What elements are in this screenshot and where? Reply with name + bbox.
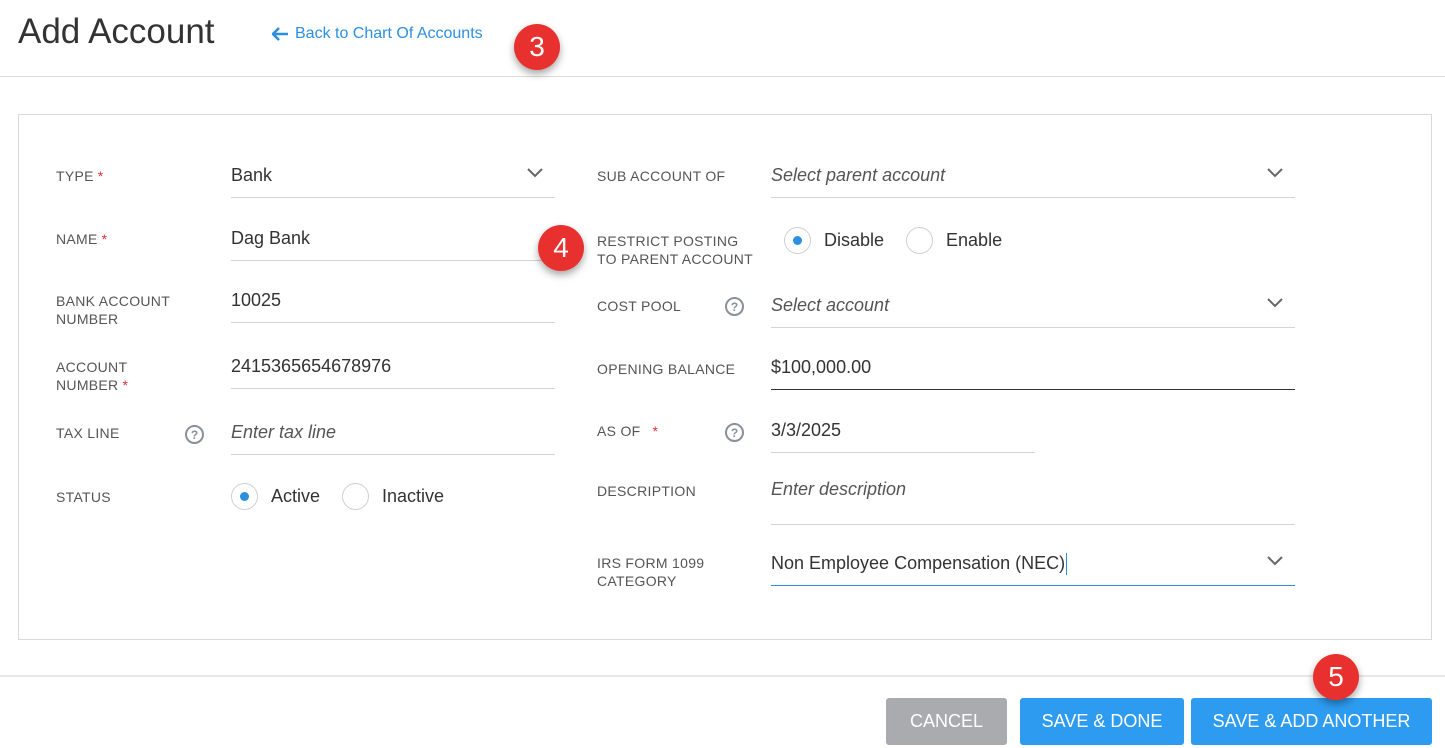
question-circle-icon[interactable]: ?: [725, 423, 744, 442]
save-and-done-button[interactable]: SAVE & DONE: [1020, 698, 1184, 745]
chevron-down-icon: [1267, 168, 1283, 178]
irs-form-select[interactable]: Non Employee Compensation (NEC): [771, 542, 1295, 586]
type-select[interactable]: Bank: [231, 154, 555, 198]
status-inactive-label: Inactive: [382, 486, 445, 506]
page-header: Add Account Back to Chart Of Accounts: [0, 0, 1445, 77]
description-label: DESCRIPTION: [597, 483, 696, 499]
sub-account-select[interactable]: Select parent account: [771, 154, 1295, 198]
tax-line-input[interactable]: Enter tax line: [231, 411, 555, 455]
step-badge-4: 4: [538, 225, 584, 271]
sub-account-of-label: SUB ACCOUNT OF: [597, 168, 726, 184]
step-badge-3: 3: [514, 24, 560, 70]
account-number-input[interactable]: 2415365654678976: [231, 345, 555, 389]
as-of-label: AS OF *: [597, 423, 659, 439]
status-option-active[interactable]: Active: [231, 483, 320, 510]
account-form-panel: TYPE * Bank NAME * Dag Bank BANK ACCOUNT NU…: [18, 114, 1432, 640]
restrict-enable-label: Enable: [946, 230, 1003, 250]
arrow-left-icon: [272, 27, 288, 41]
opening-balance-label: OPENING BALANCE: [597, 361, 736, 377]
bank-account-number-label: BANK ACCOUNT NUMBER: [56, 293, 171, 327]
chevron-down-icon: [527, 168, 543, 178]
step-badge-5: 5: [1313, 654, 1359, 700]
back-to-chart-of-accounts-link[interactable]: Back to Chart Of Accounts: [272, 25, 483, 43]
bank-account-number-value: 10025: [231, 290, 282, 310]
restrict-posting-radio-group: Disable Enable: [784, 227, 1024, 254]
account-number-label: ACCOUNT NUMBER *: [56, 359, 129, 393]
opening-balance-input[interactable]: $100,000.00: [771, 346, 1295, 390]
description-placeholder: Enter description: [771, 479, 907, 499]
cost-pool-label: COST POOL: [597, 298, 682, 314]
as-of-value: 3/3/2025: [771, 420, 842, 440]
radio-unchecked[interactable]: [342, 483, 370, 510]
radio-checked[interactable]: [231, 483, 258, 510]
back-link-label: Back to Chart Of Accounts: [295, 25, 483, 42]
sub-account-placeholder: Select parent account: [771, 165, 946, 185]
cost-pool-select[interactable]: Select account: [771, 284, 1295, 328]
form-footer: CANCEL SAVE & DONE SAVE & ADD ANOTHER: [0, 675, 1445, 748]
description-textarea[interactable]: Enter description: [771, 467, 1295, 525]
question-circle-icon[interactable]: ?: [725, 297, 744, 316]
chevron-down-icon: [1267, 298, 1283, 308]
question-circle-icon[interactable]: ?: [185, 425, 204, 444]
chevron-down-icon: [1267, 556, 1283, 566]
restrict-option-enable[interactable]: Enable: [906, 227, 1002, 254]
as-of-date-input[interactable]: 3/3/2025: [771, 409, 1035, 453]
radio-checked[interactable]: [784, 227, 811, 254]
name-value: Dag Bank: [231, 228, 311, 248]
radio-unchecked[interactable]: [906, 227, 934, 254]
tax-line-placeholder: Enter tax line: [231, 422, 337, 442]
account-number-value: 2415365654678976: [231, 356, 392, 376]
bank-account-number-input[interactable]: 10025: [231, 279, 555, 323]
status-active-label: Active: [271, 486, 321, 506]
irs-form-value: Non Employee Compensation (NEC): [771, 553, 1066, 573]
opening-balance-value: $100,000.00: [771, 357, 872, 377]
page-title: Add Account: [18, 12, 215, 51]
status-label: STATUS: [56, 489, 111, 505]
irs-form-label: IRS FORM 1099 CATEGORY: [597, 555, 705, 589]
status-option-inactive[interactable]: Inactive: [342, 483, 444, 510]
save-and-add-another-button[interactable]: SAVE & ADD ANOTHER: [1191, 698, 1432, 745]
tax-line-label: TAX LINE: [56, 425, 120, 441]
status-radio-group: Active Inactive: [231, 483, 466, 510]
type-value: Bank: [231, 165, 273, 185]
cancel-button[interactable]: CANCEL: [886, 698, 1007, 745]
text-cursor: [1066, 552, 1068, 575]
cost-pool-placeholder: Select account: [771, 295, 890, 315]
restrict-disable-label: Disable: [824, 230, 885, 250]
restrict-posting-label: RESTRICT POSTING TO PARENT ACCOUNT: [597, 233, 754, 267]
name-input[interactable]: Dag Bank: [231, 217, 555, 261]
type-label: TYPE *: [56, 168, 104, 184]
restrict-option-disable[interactable]: Disable: [784, 227, 884, 254]
name-label: NAME *: [56, 231, 108, 247]
